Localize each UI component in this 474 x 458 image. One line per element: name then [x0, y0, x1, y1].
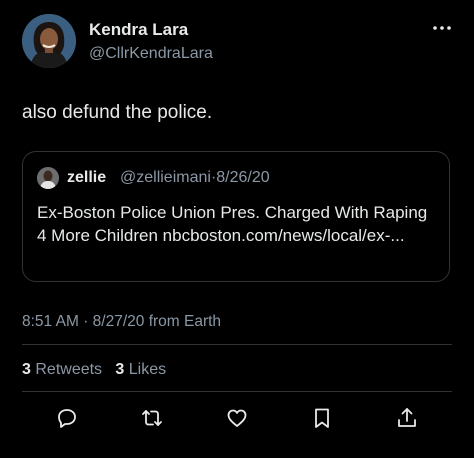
quoted-avatar[interactable]: [37, 167, 59, 189]
author-avatar[interactable]: [22, 14, 76, 68]
quoted-tweet[interactable]: zellie @zellieimani·8/26/20 Ex-Boston Po…: [22, 151, 450, 282]
more-options-icon[interactable]: [430, 18, 454, 38]
retweets-label: Retweets: [35, 361, 103, 378]
divider-bottom: [22, 391, 452, 392]
author-handle[interactable]: @CllrKendraLara: [89, 45, 213, 63]
share-icon[interactable]: [393, 404, 421, 432]
retweet-icon[interactable]: [138, 404, 166, 432]
bookmark-icon[interactable]: [308, 404, 336, 432]
tweet-time[interactable]: 8:51 AM: [22, 313, 79, 330]
quoted-date: 8/26/20: [216, 169, 270, 186]
like-icon[interactable]: [223, 404, 251, 432]
likes-stat[interactable]: 3 Likes: [115, 361, 166, 378]
retweets-stat[interactable]: 3 Retweets: [22, 361, 102, 378]
divider-top: [22, 344, 452, 345]
likes-count: 3: [115, 361, 125, 378]
tweet-text: also defund the police.: [22, 102, 213, 123]
quoted-handle[interactable]: @zellieimani: [120, 169, 211, 186]
quoted-author-name[interactable]: zellie: [67, 169, 106, 187]
retweets-count: 3: [22, 361, 31, 378]
tweet-date[interactable]: 8/27/20: [93, 313, 145, 330]
quoted-tweet-text: Ex-Boston Police Union Pres. Charged Wit…: [37, 203, 428, 245]
action-bar: [0, 404, 474, 434]
author-name[interactable]: Kendra Lara: [89, 20, 188, 40]
tweet-meta: 8:51 AM · 8/27/20 from Earth: [22, 313, 221, 331]
quoted-author-meta: @zellieimani·8/26/20: [120, 169, 270, 187]
likes-label: Likes: [128, 361, 167, 378]
engagement-stats: 3 Retweets 3 Likes: [22, 361, 166, 379]
reply-icon[interactable]: [53, 404, 81, 432]
meta-separator: ·: [83, 313, 89, 330]
tweet-source: from Earth: [148, 313, 222, 330]
